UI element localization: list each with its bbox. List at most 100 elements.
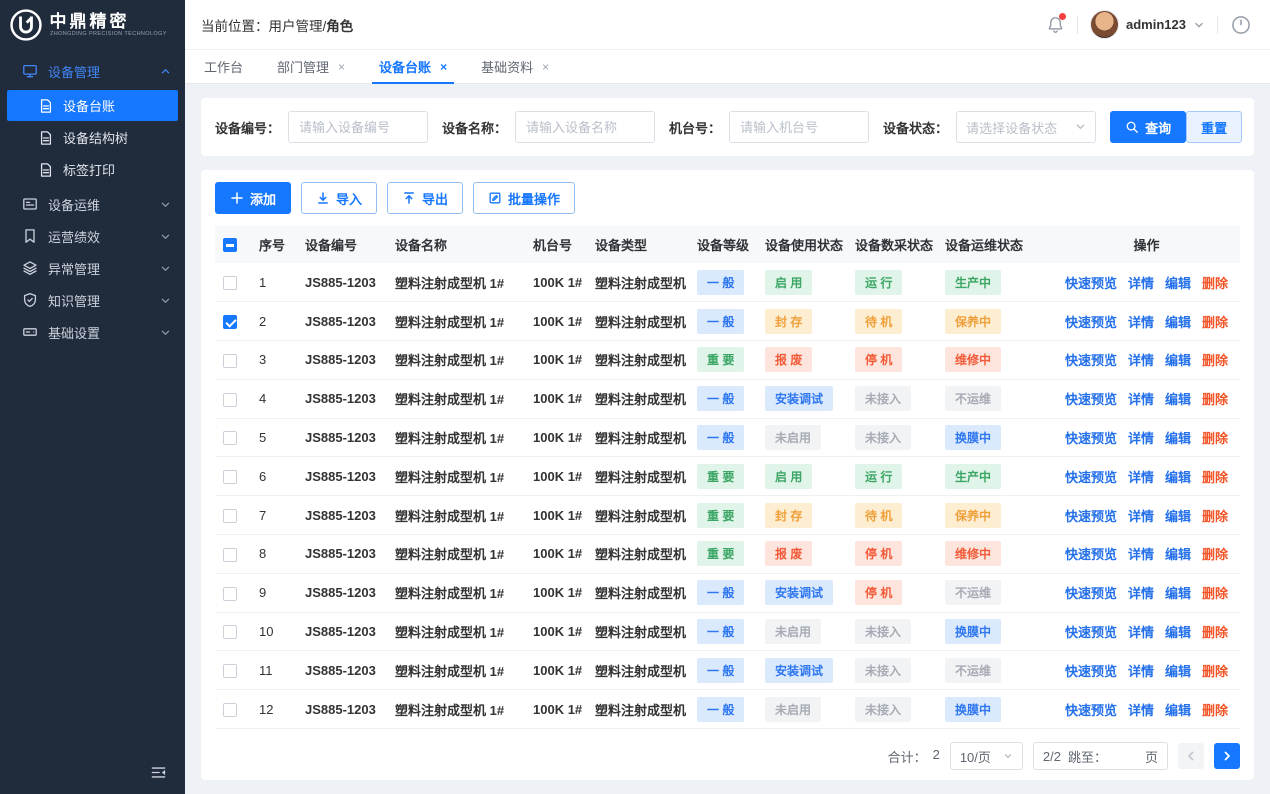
sidebar-item-3[interactable]: 异常管理 bbox=[0, 252, 185, 284]
row-checkbox[interactable] bbox=[223, 470, 237, 484]
jump-label: 跳至： bbox=[1068, 747, 1107, 766]
status-badge: 一 般 bbox=[697, 619, 744, 644]
row-checkbox[interactable] bbox=[223, 548, 237, 562]
action-link-2[interactable]: 编辑 bbox=[1165, 273, 1191, 292]
action-link-1[interactable]: 详情 bbox=[1128, 700, 1154, 719]
close-icon[interactable]: × bbox=[338, 61, 345, 73]
import-button[interactable]: 导入 bbox=[301, 182, 377, 214]
action-link-3[interactable]: 删除 bbox=[1202, 467, 1228, 486]
close-icon[interactable]: × bbox=[542, 61, 549, 73]
row-checkbox[interactable] bbox=[223, 703, 237, 717]
user-menu[interactable]: admin123 bbox=[1090, 10, 1205, 39]
action-link-0[interactable]: 快速预览 bbox=[1065, 661, 1117, 680]
sidebar-item-4[interactable]: 知识管理 bbox=[0, 284, 185, 316]
action-link-0[interactable]: 快速预览 bbox=[1065, 389, 1117, 408]
row-checkbox[interactable] bbox=[223, 625, 237, 639]
action-link-2[interactable]: 编辑 bbox=[1165, 350, 1191, 369]
sidebar-item-2[interactable]: 运营绩效 bbox=[0, 220, 185, 252]
action-link-2[interactable]: 编辑 bbox=[1165, 467, 1191, 486]
action-link-2[interactable]: 编辑 bbox=[1165, 428, 1191, 447]
action-link-2[interactable]: 编辑 bbox=[1165, 312, 1191, 331]
action-link-3[interactable]: 删除 bbox=[1202, 622, 1228, 641]
action-link-0[interactable]: 快速预览 bbox=[1065, 350, 1117, 369]
action-link-1[interactable]: 详情 bbox=[1128, 350, 1154, 369]
action-link-0[interactable]: 快速预览 bbox=[1065, 544, 1117, 563]
power-icon[interactable] bbox=[1230, 14, 1252, 36]
action-link-3[interactable]: 删除 bbox=[1202, 583, 1228, 602]
action-link-2[interactable]: 编辑 bbox=[1165, 583, 1191, 602]
row-checkbox[interactable] bbox=[223, 587, 237, 601]
tab-3[interactable]: 基础资料× bbox=[464, 50, 566, 83]
row-checkbox[interactable] bbox=[223, 393, 237, 407]
filter-input-1[interactable] bbox=[515, 111, 655, 143]
row-checkbox[interactable] bbox=[223, 664, 237, 678]
action-link-1[interactable]: 详情 bbox=[1128, 428, 1154, 447]
action-link-2[interactable]: 编辑 bbox=[1165, 622, 1191, 641]
prev-page-button[interactable] bbox=[1178, 743, 1204, 769]
row-checkbox[interactable] bbox=[223, 315, 237, 329]
action-link-3[interactable]: 删除 bbox=[1202, 700, 1228, 719]
row-checkbox[interactable] bbox=[223, 276, 237, 290]
tab-2[interactable]: 设备台账× bbox=[362, 50, 464, 83]
filter-select-3[interactable]: 请选择设备状态 bbox=[956, 111, 1096, 143]
action-link-0[interactable]: 快速预览 bbox=[1065, 273, 1117, 292]
sidebar-subitem-0[interactable]: 设备台账 bbox=[7, 90, 178, 121]
action-link-3[interactable]: 删除 bbox=[1202, 312, 1228, 331]
sidebar-subitem-2[interactable]: 标签打印 bbox=[7, 154, 178, 185]
batch-button[interactable]: 批量操作 bbox=[473, 182, 575, 214]
action-link-0[interactable]: 快速预览 bbox=[1065, 700, 1117, 719]
jump-input[interactable] bbox=[1114, 749, 1138, 764]
action-link-0[interactable]: 快速预览 bbox=[1065, 622, 1117, 641]
action-link-0[interactable]: 快速预览 bbox=[1065, 428, 1117, 447]
action-link-1[interactable]: 详情 bbox=[1128, 273, 1154, 292]
sidebar-item-0[interactable]: 设备管理 bbox=[0, 55, 185, 87]
close-icon[interactable]: × bbox=[440, 61, 447, 73]
page-jump-box: 2/2 跳至： 页 bbox=[1033, 742, 1168, 770]
export-button[interactable]: 导出 bbox=[387, 182, 463, 214]
action-link-1[interactable]: 详情 bbox=[1128, 467, 1154, 486]
action-link-2[interactable]: 编辑 bbox=[1165, 700, 1191, 719]
filter-input-2[interactable] bbox=[729, 111, 869, 143]
action-link-3[interactable]: 删除 bbox=[1202, 506, 1228, 525]
filter-input-0[interactable] bbox=[288, 111, 428, 143]
sidebar-subitem-1[interactable]: 设备结构树 bbox=[7, 122, 178, 153]
menu-fold-icon[interactable] bbox=[150, 764, 167, 781]
action-link-1[interactable]: 详情 bbox=[1128, 312, 1154, 331]
action-link-1[interactable]: 详情 bbox=[1128, 506, 1154, 525]
action-link-3[interactable]: 删除 bbox=[1202, 350, 1228, 369]
cell-actions: 快速预览详情编辑删除 bbox=[1053, 379, 1240, 418]
action-link-1[interactable]: 详情 bbox=[1128, 661, 1154, 680]
action-link-3[interactable]: 删除 bbox=[1202, 428, 1228, 447]
action-link-2[interactable]: 编辑 bbox=[1165, 506, 1191, 525]
action-link-3[interactable]: 删除 bbox=[1202, 661, 1228, 680]
select-all-checkbox[interactable] bbox=[223, 238, 237, 252]
reset-button[interactable]: 重置 bbox=[1186, 111, 1242, 143]
bell-icon[interactable] bbox=[1046, 15, 1065, 34]
row-checkbox[interactable] bbox=[223, 354, 237, 368]
action-link-2[interactable]: 编辑 bbox=[1165, 661, 1191, 680]
action-link-2[interactable]: 编辑 bbox=[1165, 544, 1191, 563]
page-size-select[interactable]: 10/页 bbox=[950, 742, 1023, 770]
action-link-2[interactable]: 编辑 bbox=[1165, 389, 1191, 408]
action-link-0[interactable]: 快速预览 bbox=[1065, 467, 1117, 486]
action-link-0[interactable]: 快速预览 bbox=[1065, 583, 1117, 602]
next-page-button[interactable] bbox=[1214, 743, 1240, 769]
add-button[interactable]: 添加 bbox=[215, 182, 291, 214]
tab-0[interactable]: 工作台 bbox=[187, 50, 260, 83]
action-link-3[interactable]: 删除 bbox=[1202, 544, 1228, 563]
action-link-1[interactable]: 详情 bbox=[1128, 583, 1154, 602]
tab-1[interactable]: 部门管理× bbox=[260, 50, 362, 83]
action-link-0[interactable]: 快速预览 bbox=[1065, 506, 1117, 525]
search-button[interactable]: 查询 bbox=[1110, 111, 1186, 143]
sidebar-item-5[interactable]: 基础设置 bbox=[0, 316, 185, 348]
action-link-1[interactable]: 详情 bbox=[1128, 622, 1154, 641]
row-checkbox[interactable] bbox=[223, 509, 237, 523]
action-link-3[interactable]: 删除 bbox=[1202, 389, 1228, 408]
select-placeholder: 请选择设备状态 bbox=[966, 118, 1057, 137]
action-link-1[interactable]: 详情 bbox=[1128, 389, 1154, 408]
action-link-0[interactable]: 快速预览 bbox=[1065, 312, 1117, 331]
action-link-3[interactable]: 删除 bbox=[1202, 273, 1228, 292]
sidebar-item-1[interactable]: 设备运维 bbox=[0, 188, 185, 220]
action-link-1[interactable]: 详情 bbox=[1128, 544, 1154, 563]
row-checkbox[interactable] bbox=[223, 431, 237, 445]
